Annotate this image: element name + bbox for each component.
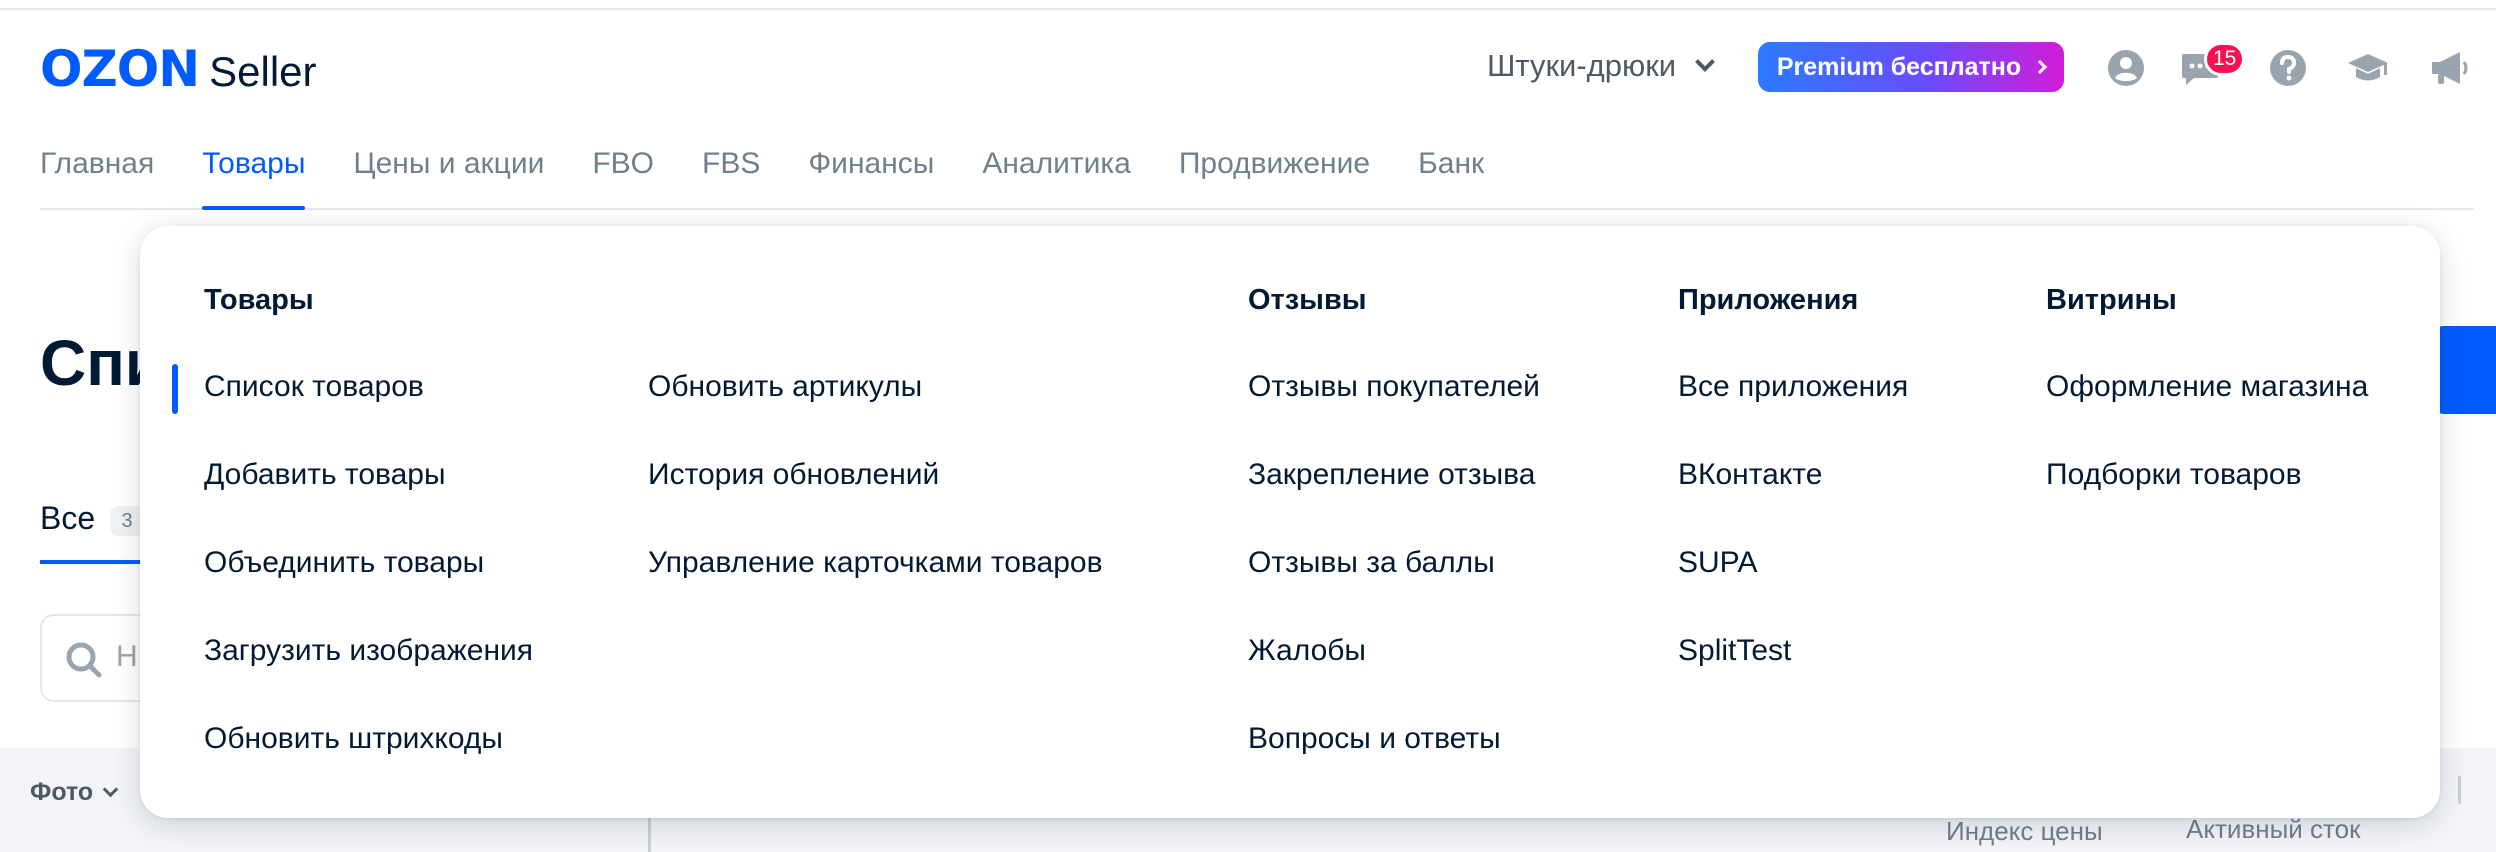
- column-active-stock[interactable]: Активный сток: [2186, 814, 2361, 845]
- column-photo-label: Фото: [30, 778, 94, 806]
- logo[interactable]: OZON Seller: [40, 44, 317, 94]
- nav-item-bank[interactable]: Банк: [1418, 120, 1484, 208]
- menu-item-customer-reviews[interactable]: Отзывы покупателей: [1248, 370, 1540, 404]
- premium-button[interactable]: Premium бесплатно: [1758, 42, 2064, 92]
- column-price-index[interactable]: Индекс цены: [1946, 816, 2103, 847]
- nav-item-prices[interactable]: Цены и акции: [353, 120, 544, 208]
- menu-item-pin-review[interactable]: Закрепление отзыва: [1248, 458, 1535, 492]
- menu-heading-reviews: Отзывы: [1248, 284, 1367, 316]
- education-icon[interactable]: [2346, 46, 2390, 90]
- menu-item-product-list[interactable]: Список товаров: [172, 364, 424, 414]
- menu-item-update-articles[interactable]: Обновить артикулы: [648, 370, 922, 404]
- search-icon: [64, 640, 104, 685]
- menu-item-update-history[interactable]: История обновлений: [648, 458, 939, 492]
- main-nav: Главная Товары Цены и акции FBO FBS Фина…: [40, 120, 2474, 210]
- menu-item-product-collections[interactable]: Подборки товаров: [2046, 458, 2302, 492]
- logo-brand: OZON: [40, 40, 200, 98]
- top-border: [0, 0, 2496, 10]
- nav-item-fbo[interactable]: FBO: [592, 120, 654, 208]
- nav-item-analytics[interactable]: Аналитика: [982, 120, 1131, 208]
- menu-item-supa[interactable]: SUPA: [1678, 546, 1757, 580]
- menu-item-manage-cards[interactable]: Управление карточками товаров: [648, 546, 1103, 580]
- menu-item-reviews-for-points[interactable]: Отзывы за баллы: [1248, 546, 1495, 580]
- nav-item-fbs[interactable]: FBS: [702, 120, 760, 208]
- products-dropdown-menu: Товары Список товаров Добавить товары Об…: [140, 226, 2440, 818]
- store-name: Штуки-дрюки: [1487, 48, 1677, 83]
- nav-item-finance[interactable]: Финансы: [808, 120, 934, 208]
- menu-item-add-products[interactable]: Добавить товары: [204, 458, 446, 492]
- premium-label: Premium бесплатно: [1776, 52, 2022, 81]
- menu-item-store-design[interactable]: Оформление магазина: [2046, 370, 2368, 404]
- profile-icon[interactable]: [2104, 46, 2148, 90]
- menu-heading-showcases: Витрины: [2046, 284, 2177, 316]
- chevron-down-icon: [1695, 52, 1716, 72]
- menu-heading-products: Товары: [204, 284, 314, 316]
- store-selector[interactable]: Штуки-дрюки: [1487, 48, 1716, 84]
- nav-item-products[interactable]: Товары: [202, 120, 306, 210]
- menu-item-merge-products[interactable]: Объединить товары: [204, 546, 484, 580]
- nav-item-home[interactable]: Главная: [40, 120, 154, 208]
- notification-badge: 15: [2204, 42, 2246, 76]
- menu-item-complaints[interactable]: Жалобы: [1248, 634, 1366, 668]
- chevron-down-icon: [102, 781, 119, 798]
- column-photo[interactable]: Фото: [30, 778, 119, 807]
- tab-all[interactable]: Все: [40, 500, 95, 537]
- menu-item-splittest[interactable]: SplitTest: [1678, 634, 1791, 668]
- menu-item-upload-images[interactable]: Загрузить изображения: [204, 634, 533, 668]
- menu-item-questions-answers[interactable]: Вопросы и ответы: [1248, 722, 1501, 756]
- help-icon[interactable]: [2266, 46, 2310, 90]
- chevron-right-icon: [2033, 59, 2048, 75]
- logo-product: Seller: [209, 48, 317, 95]
- header: OZON Seller Штуки-дрюки Premium бесплатн…: [0, 10, 2496, 120]
- search-placeholder: Н: [116, 640, 138, 673]
- menu-heading-apps: Приложения: [1678, 284, 1859, 316]
- menu-item-all-apps[interactable]: Все приложения: [1678, 370, 1908, 404]
- menu-item-update-barcodes[interactable]: Обновить штрихкоды: [204, 722, 503, 756]
- megaphone-icon[interactable]: [2426, 46, 2470, 90]
- tab-all-count: 3: [110, 506, 144, 536]
- menu-item-vkontakte[interactable]: ВКонтакте: [1678, 458, 1822, 492]
- nav-item-promotion[interactable]: Продвижение: [1179, 120, 1370, 208]
- column-divider: [2458, 776, 2461, 804]
